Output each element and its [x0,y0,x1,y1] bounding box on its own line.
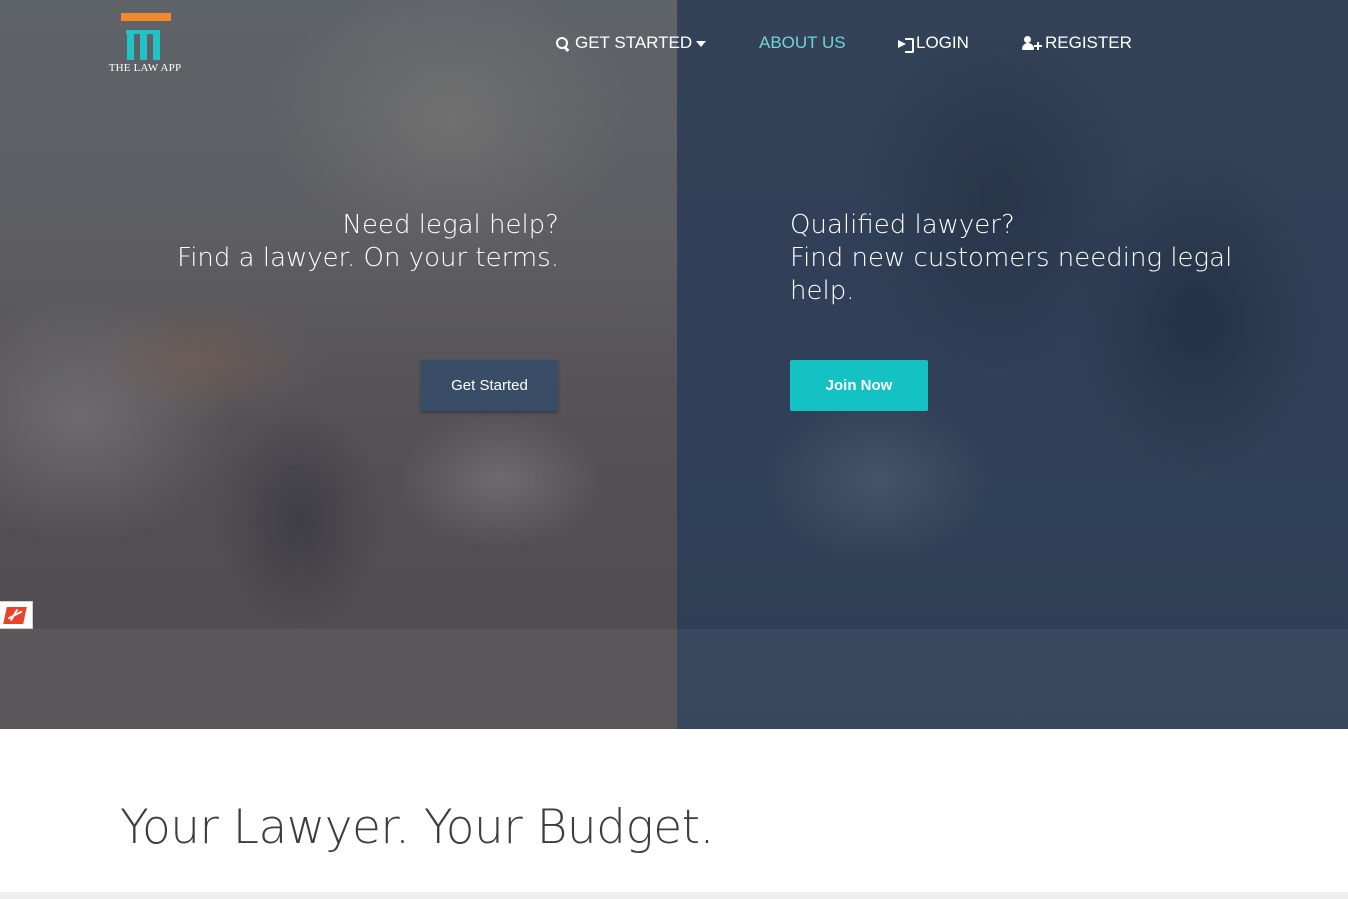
nav-login-label: LOGIN [916,33,969,52]
logo-text: THE LAW APP [108,62,182,74]
hero-section [0,0,1348,729]
user-plus-icon [1022,36,1042,50]
search-icon [555,36,570,51]
sign-in-icon [898,37,914,53]
nav-about-us[interactable]: ABOUT US [759,31,846,55]
hero-right-background [677,0,1348,729]
feedback-icon [3,607,27,624]
hero-left-heading: Need legal help? Find a lawyer. On your … [177,209,559,275]
caret-down-icon [696,41,707,47]
nav-register-label: REGISTER [1045,33,1132,52]
hero-left-background [0,0,677,729]
nav-login[interactable]: LOGIN [898,31,969,55]
hero-left-line1: Need legal help? [342,210,559,240]
hero-right-line2: Find new customers needing legal help. [790,243,1233,306]
tagline-heading: Your Lawyer. Your Budget. [120,800,714,855]
get-started-button[interactable]: Get Started [421,360,558,411]
nav-about-us-label: ABOUT US [759,33,846,52]
hero-right-line1: Qualified lawyer? [790,210,1015,240]
logo-bar [121,13,171,21]
hero-right-heading: Qualified lawyer? Find new customers nee… [790,209,1240,308]
nav-register[interactable]: REGISTER [1022,31,1132,55]
feedback-widget[interactable] [0,601,33,629]
join-now-button[interactable]: Join Now [790,360,928,411]
section-divider [0,892,1348,899]
nav-get-started[interactable]: GET STARTED [555,31,707,55]
hero-bottom-band [0,629,1348,729]
main-nav: GET STARTED ABOUT US LOGIN REGISTER [0,31,1348,55]
nav-get-started-label: GET STARTED [575,33,693,52]
hero-left-line2: Find a lawyer. On your terms. [177,243,559,273]
